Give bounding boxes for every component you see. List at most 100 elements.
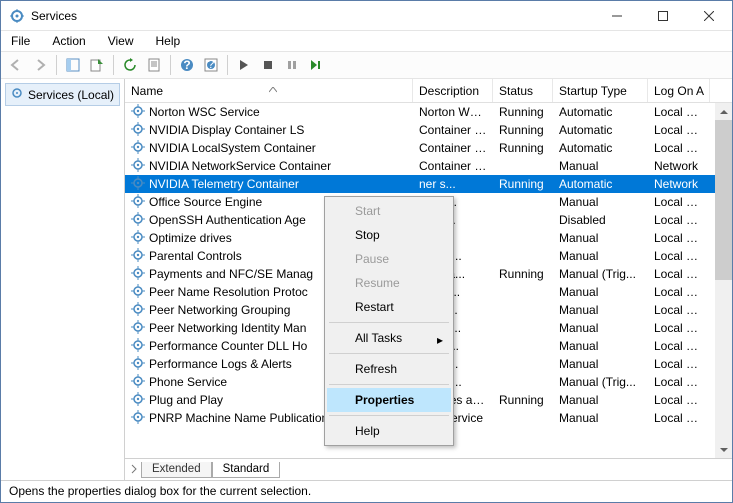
help-button[interactable]: ?: [176, 54, 198, 76]
ctx-all-tasks[interactable]: All Tasks▸: [327, 326, 451, 350]
menu-view[interactable]: View: [104, 32, 138, 50]
service-desc: Container s...: [413, 141, 493, 155]
col-logon[interactable]: Log On A: [648, 79, 710, 102]
service-logon: Local Sys: [648, 123, 710, 137]
ctx-refresh[interactable]: Refresh: [327, 357, 451, 381]
service-row[interactable]: NVIDIA Telemetry Containerner s...Runnin…: [125, 175, 732, 193]
service-logon: Local Sys: [648, 141, 710, 155]
service-logon: Local Sys: [648, 393, 710, 407]
window-title: Services: [31, 9, 594, 23]
toolbar: ? ?: [1, 51, 732, 79]
service-row[interactable]: NVIDIA NetworkService Container Container…: [125, 157, 732, 175]
service-desc: Container s...: [413, 123, 493, 137]
ctx-restart[interactable]: Restart: [327, 295, 451, 319]
service-name: Peer Networking Grouping: [149, 303, 290, 317]
ctx-pause: Pause: [327, 247, 451, 271]
svg-text:?: ?: [208, 58, 215, 71]
service-startup: Manual (Trig...: [553, 375, 648, 389]
ctx-stop[interactable]: Stop: [327, 223, 451, 247]
service-startup: Manual: [553, 285, 648, 299]
show-hide-tree-button[interactable]: [62, 54, 84, 76]
back-button[interactable]: [5, 54, 27, 76]
col-startup[interactable]: Startup Type: [553, 79, 648, 102]
service-status: Running: [493, 141, 553, 155]
service-desc: Norton WS...: [413, 105, 493, 119]
view-tabs: Extended Standard: [125, 459, 732, 480]
context-menu: Start Stop Pause Resume Restart All Task…: [324, 196, 454, 446]
service-logon: Local Ser: [648, 267, 710, 281]
pause-service-button[interactable]: [281, 54, 303, 76]
tree-item-services-local[interactable]: Services (Local): [5, 83, 120, 106]
service-logon: Network: [648, 177, 710, 191]
menu-bar: File Action View Help: [1, 31, 732, 51]
service-icon: [131, 320, 145, 337]
scroll-up-button[interactable]: [715, 103, 732, 120]
ctx-properties[interactable]: Properties: [327, 388, 451, 412]
ctx-resume: Resume: [327, 271, 451, 295]
service-name: Plug and Play: [149, 393, 223, 407]
tab-nav-icon[interactable]: [129, 463, 139, 477]
service-startup: Disabled: [553, 213, 648, 227]
restart-service-button[interactable]: [305, 54, 327, 76]
service-desc: Container s...: [413, 159, 493, 173]
service-startup: Manual: [553, 195, 648, 209]
service-logon: Local Ser: [648, 285, 710, 299]
service-status: Running: [493, 267, 553, 281]
service-startup: Automatic: [553, 105, 648, 119]
app-icon: [9, 8, 25, 24]
service-status: Running: [493, 105, 553, 119]
service-startup: Automatic: [553, 123, 648, 137]
service-logon: Local Sys: [648, 105, 710, 119]
tab-extended[interactable]: Extended: [141, 462, 212, 478]
col-description[interactable]: Description: [413, 79, 493, 102]
export-list-button[interactable]: [86, 54, 108, 76]
svg-text:?: ?: [183, 58, 190, 72]
service-status: Running: [493, 177, 553, 191]
service-icon: [131, 230, 145, 247]
refresh-button[interactable]: [119, 54, 141, 76]
service-name: NVIDIA Telemetry Container: [149, 177, 299, 191]
help2-button[interactable]: ?: [200, 54, 222, 76]
stop-service-button[interactable]: [257, 54, 279, 76]
scroll-down-button[interactable]: [715, 441, 732, 458]
close-button[interactable]: [686, 1, 732, 31]
service-icon: [131, 410, 145, 427]
service-status: Running: [493, 393, 553, 407]
service-icon: [131, 158, 145, 175]
service-row[interactable]: Norton WSC Service Norton WS...RunningAut…: [125, 103, 732, 121]
menu-help[interactable]: Help: [152, 32, 185, 50]
tree-pane: Services (Local): [1, 79, 125, 480]
service-startup: Manual: [553, 303, 648, 317]
menu-file[interactable]: File: [7, 32, 34, 50]
scroll-thumb[interactable]: [715, 120, 732, 280]
start-service-button[interactable]: [233, 54, 255, 76]
service-icon: [131, 140, 145, 157]
service-name: Parental Controls: [149, 249, 242, 263]
service-logon: Local Ser: [648, 411, 710, 425]
service-row[interactable]: NVIDIA LocalSystem ContainerContainer s.…: [125, 139, 732, 157]
ctx-start: Start: [327, 199, 451, 223]
tab-standard[interactable]: Standard: [212, 462, 281, 478]
service-name: Norton WSC Service: [149, 105, 260, 119]
service-icon: [131, 212, 145, 229]
ctx-help[interactable]: Help: [327, 419, 451, 443]
service-name: NVIDIA NetworkService Container: [149, 159, 331, 173]
properties-button[interactable]: [143, 54, 165, 76]
service-startup: Manual: [553, 411, 648, 425]
service-logon: Local Ser: [648, 375, 710, 389]
menu-action[interactable]: Action: [48, 32, 89, 50]
service-startup: Manual: [553, 357, 648, 371]
maximize-button[interactable]: [640, 1, 686, 31]
service-logon: Local Ser: [648, 303, 710, 317]
col-status[interactable]: Status: [493, 79, 553, 102]
title-bar: Services: [1, 1, 732, 31]
minimize-button[interactable]: [594, 1, 640, 31]
forward-button[interactable]: [29, 54, 51, 76]
service-startup: Automatic: [553, 141, 648, 155]
service-row[interactable]: NVIDIA Display Container LSContainer s..…: [125, 121, 732, 139]
service-status: Running: [493, 123, 553, 137]
vertical-scrollbar[interactable]: [715, 103, 732, 458]
service-name: Payments and NFC/SE Manag: [149, 267, 313, 281]
service-logon: Local Ser: [648, 321, 710, 335]
service-logon: Local Sys: [648, 213, 710, 227]
